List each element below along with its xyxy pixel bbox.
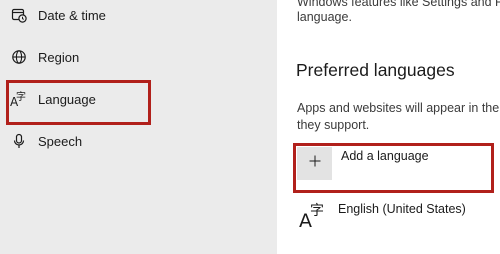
sidebar-item-label: Region [38, 49, 80, 65]
sidebar-item-speech[interactable]: Speech [0, 123, 277, 159]
microphone-icon [10, 132, 28, 150]
add-language-highlight-box [293, 143, 494, 193]
section-title: Preferred languages [296, 60, 455, 80]
globe-icon [10, 48, 28, 66]
language-icon: A 字 [299, 200, 327, 232]
intro-text-line2: language. [297, 10, 352, 24]
sidebar-item-date-time[interactable]: Date & time [0, 0, 277, 33]
sidebar-item-label: Date & time [38, 7, 106, 23]
language-highlight-box [6, 80, 151, 125]
main-panel: Windows features like Settings and Fi la… [277, 0, 500, 254]
svg-text:字: 字 [310, 203, 324, 219]
clock-calendar-icon [10, 6, 28, 24]
section-description-line2: they support. [297, 118, 370, 132]
settings-sidebar: Date & time Region A 字 Language Speech [0, 0, 277, 254]
sidebar-item-region[interactable]: Region [0, 39, 277, 75]
sidebar-item-label: Speech [38, 133, 83, 149]
intro-text-line1: Windows features like Settings and Fi [297, 0, 500, 9]
language-list-item-label[interactable]: English (United States) [338, 202, 466, 216]
section-description-line1: Apps and websites will appear in the f [297, 101, 500, 115]
